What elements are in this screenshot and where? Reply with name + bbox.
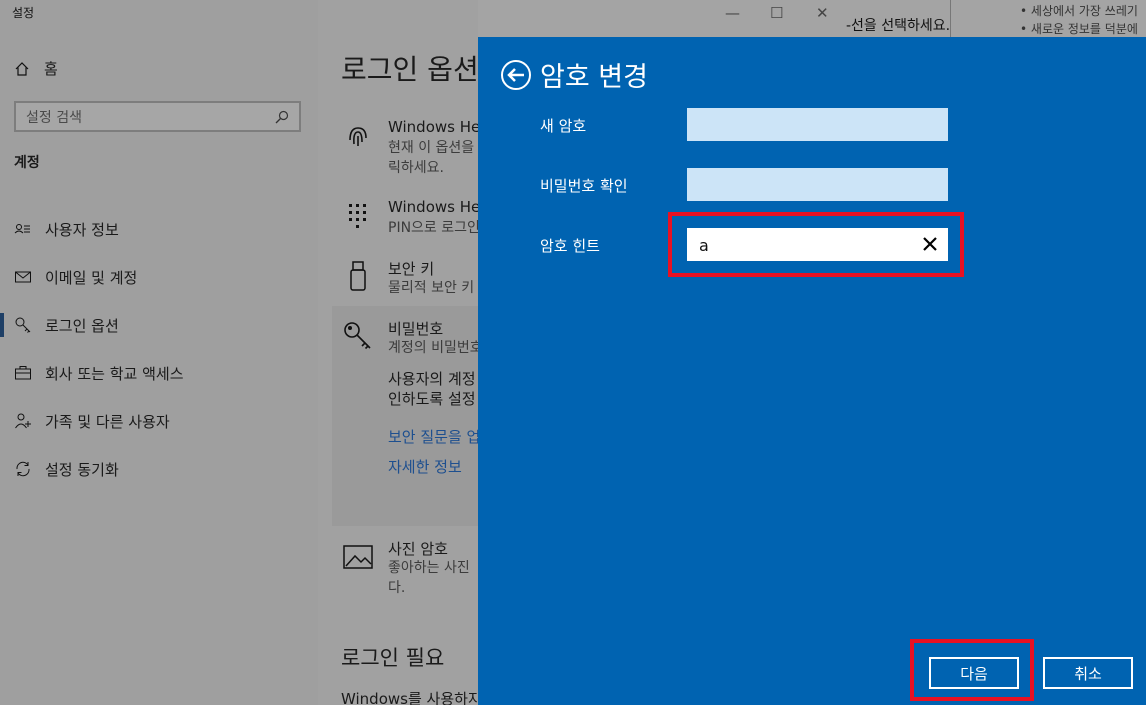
sign-in-options-page: 로그인 옵션 Windows Hello 현재 이 옵션을 릭하세요. Wind… bbox=[318, 0, 478, 705]
picture-icon bbox=[343, 545, 373, 569]
bullet-item: • 새로운 정보를 덕분에 bbox=[1020, 22, 1138, 36]
require-sign-in-header: 로그인 필요 bbox=[341, 646, 445, 670]
confirm-password-label: 비밀번호 확인 bbox=[540, 177, 628, 195]
sidebar-nav: 사용자 정보 이메일 및 계정 로그인 옵션 회사 또는 학교 액세스 가족 및… bbox=[0, 205, 318, 493]
sidebar-item-user-info[interactable]: 사용자 정보 bbox=[0, 205, 318, 253]
background-window-chrome: — ☐ ✕ -선을 선택하세요. • 세상에서 가장 쓰레기 • 새로운 정보를… bbox=[478, 0, 1146, 37]
option-body: 사용자의 계정 bbox=[388, 370, 476, 388]
close-icon[interactable]: ✕ bbox=[816, 4, 829, 22]
home-nav[interactable]: 홈 bbox=[14, 58, 58, 79]
password-key-icon bbox=[344, 322, 371, 350]
window-title: 설정 bbox=[12, 6, 35, 20]
home-label: 홈 bbox=[44, 60, 58, 78]
option-title: 보안 키 bbox=[388, 260, 435, 278]
option-body: 인하도록 설정 bbox=[388, 390, 476, 408]
sidebar-item-label: 설정 동기화 bbox=[45, 460, 119, 479]
option-desc: PIN으로 로그인 bbox=[388, 220, 478, 236]
bullet-text: 새로운 정보를 덕분에 bbox=[1030, 22, 1138, 36]
briefcase-icon bbox=[15, 366, 31, 380]
option-title: Windows Hello bbox=[388, 118, 478, 136]
option-desc: 다. bbox=[388, 580, 406, 596]
security-questions-link[interactable]: 보안 질문을 업데이트 bbox=[388, 426, 478, 447]
section-header: 계정 bbox=[14, 155, 40, 171]
option-title: 비밀번호 bbox=[388, 320, 444, 338]
require-sign-in-text: Windows를 사용하지 bbox=[341, 690, 478, 705]
sidebar-item-family[interactable]: 가족 및 다른 사용자 bbox=[0, 397, 318, 445]
bullet-item: • 세상에서 가장 쓰레기 bbox=[1020, 4, 1138, 18]
person-add-icon bbox=[15, 413, 31, 429]
option-desc: 릭하세요. bbox=[388, 160, 444, 176]
search-placeholder: 설정 검색 bbox=[26, 109, 82, 126]
sidebar-item-work-school[interactable]: 회사 또는 학교 액세스 bbox=[0, 349, 318, 397]
new-password-field[interactable] bbox=[687, 108, 948, 141]
sidebar: 설정 홈 설정 검색 계정 사용자 정보 이메일 및 계정 로그인 옵션 회사 … bbox=[0, 0, 318, 705]
settings-search-input[interactable]: 설정 검색 bbox=[14, 101, 301, 132]
page-title: 로그인 옵션 bbox=[341, 53, 478, 86]
usb-key-icon bbox=[350, 261, 366, 291]
confirm-password-field[interactable] bbox=[687, 168, 948, 201]
user-info-icon bbox=[14, 224, 30, 234]
sidebar-item-label: 사용자 정보 bbox=[45, 220, 119, 239]
highlight-next-button bbox=[910, 639, 1034, 701]
home-icon bbox=[15, 61, 29, 76]
option-desc: 물리적 보안 키 bbox=[388, 280, 475, 296]
keypad-icon bbox=[349, 204, 366, 228]
minimize-icon[interactable]: — bbox=[725, 4, 740, 22]
search-icon bbox=[275, 110, 289, 123]
fingerprint-icon bbox=[349, 127, 367, 146]
option-desc: 현재 이 옵션을 bbox=[388, 140, 475, 156]
password-hint-label: 암호 힌트 bbox=[540, 237, 600, 255]
back-arrow-icon[interactable] bbox=[500, 59, 532, 91]
highlight-hint-field bbox=[668, 212, 964, 277]
sidebar-item-sign-in-options[interactable]: 로그인 옵션 bbox=[0, 301, 318, 349]
new-password-label: 새 암호 bbox=[540, 117, 587, 135]
background-snippet: -선을 선택하세요. bbox=[846, 18, 951, 34]
cancel-button[interactable]: 취소 bbox=[1043, 657, 1133, 689]
maximize-icon[interactable]: ☐ bbox=[770, 4, 783, 22]
sidebar-item-label: 이메일 및 계정 bbox=[45, 268, 138, 287]
bullet-text: 세상에서 가장 쓰레기 bbox=[1030, 4, 1138, 18]
sidebar-item-label: 회사 또는 학교 액세스 bbox=[45, 364, 184, 383]
sidebar-item-sync[interactable]: 설정 동기화 bbox=[0, 445, 318, 493]
divider bbox=[950, 0, 951, 37]
key-icon bbox=[15, 317, 31, 333]
option-title: Windows Hello bbox=[388, 198, 478, 216]
option-desc: 계정의 비밀번호 bbox=[388, 340, 478, 356]
sync-icon bbox=[16, 461, 30, 477]
option-title: 사진 암호 bbox=[388, 540, 448, 558]
change-password-dialog: 암호 변경 새 암호 비밀번호 확인 암호 힌트 a 다음 취소 bbox=[478, 37, 1146, 705]
dialog-title: 암호 변경 bbox=[540, 62, 648, 93]
sidebar-item-email[interactable]: 이메일 및 계정 bbox=[0, 253, 318, 301]
sidebar-item-label: 가족 및 다른 사용자 bbox=[45, 412, 170, 431]
mail-icon bbox=[15, 271, 31, 283]
learn-more-link[interactable]: 자세한 정보 bbox=[388, 456, 462, 477]
option-desc: 좋아하는 사진 bbox=[388, 560, 470, 576]
sidebar-item-label: 로그인 옵션 bbox=[45, 316, 119, 335]
background-bullets: • 세상에서 가장 쓰레기 • 새로운 정보를 덕분에 bbox=[1020, 2, 1138, 38]
